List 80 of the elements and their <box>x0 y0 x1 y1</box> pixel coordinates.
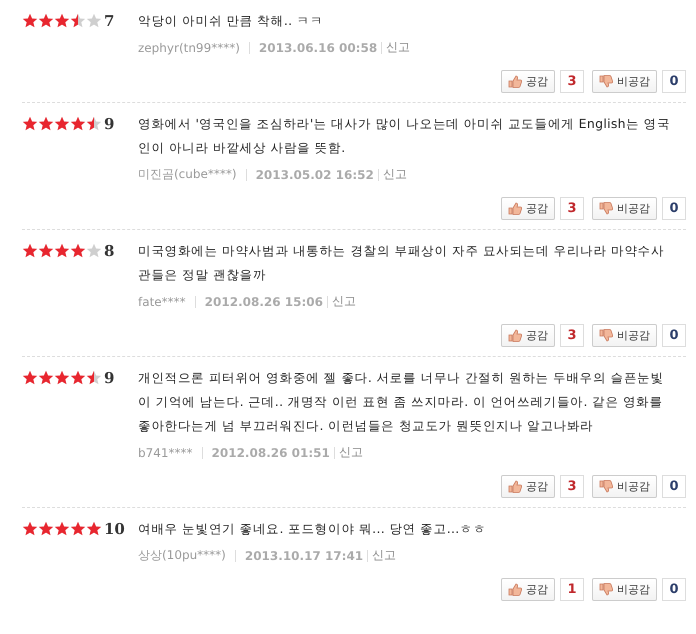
dislike-button[interactable]: 비공감 <box>592 475 657 498</box>
thumbs-down-icon <box>599 480 613 493</box>
report-link[interactable]: 신고 <box>372 547 396 564</box>
rating-score: 10 <box>103 519 126 540</box>
review-date: 2013.10.17 17:41 <box>244 548 364 562</box>
star-icon <box>38 243 54 258</box>
like-button[interactable]: 공감 <box>501 324 555 347</box>
dislike-count: 0 <box>662 475 686 498</box>
report-link[interactable]: 신고 <box>332 293 356 310</box>
author-name: b741**** <box>138 446 193 460</box>
report-link[interactable]: 신고 <box>386 39 410 56</box>
star-icon <box>86 370 102 385</box>
star-icon <box>54 116 70 131</box>
star-icon <box>22 370 38 385</box>
author-name: fate**** <box>138 294 186 308</box>
review-date: 2012.08.26 01:51 <box>212 446 330 460</box>
star-icon <box>70 13 86 28</box>
star-icon <box>54 521 70 536</box>
star-icon <box>22 13 38 28</box>
author-name: 미진곰(cube****) <box>138 166 237 183</box>
star-icon <box>38 370 54 385</box>
review-text: 여배우 눈빛연기 좋네요. 포드형이야 뭐... 당연 좋고...ㅎㅎ <box>138 520 488 538</box>
like-count: 1 <box>560 578 584 601</box>
like-button[interactable]: 공감 <box>501 197 555 220</box>
thumbs-up-icon <box>508 329 522 342</box>
star-icon <box>70 370 86 385</box>
like-button[interactable]: 공감 <box>501 475 555 498</box>
thumbs-down-icon <box>599 202 613 215</box>
review-text: 개인적으론 피터위어 영화중에 젤 좋다. 서로를 너무나 간절히 원하는 두배우의 슬픈눈빛이 기억에 남는다. 근데.. 개명작 이런 표현 좀 쓰지마라. 이 언어쓰레기들아. 같은 영화를 좋아한다는게 넘 부끄러워진다. 이런넘들은 청교도가 뭔뜻인지나 알고나봐라 <box>138 369 665 435</box>
report-link[interactable]: 신고 <box>338 444 363 461</box>
dislike-button[interactable]: 비공감 <box>592 197 657 220</box>
dislike-button[interactable]: 비공감 <box>592 324 657 347</box>
star-icon <box>22 521 38 536</box>
review-date: 2013.06.16 00:58 <box>258 40 378 54</box>
dislike-count: 0 <box>662 578 686 601</box>
rating-score: 7 <box>103 11 116 32</box>
thumbs-up-icon <box>508 480 522 493</box>
star-icon <box>22 243 38 258</box>
star-icon <box>54 370 70 385</box>
author-name: 상상(10pu****) <box>138 547 226 564</box>
star-icon <box>70 521 86 536</box>
star-icon <box>54 13 70 28</box>
like-count: 3 <box>560 475 584 498</box>
review-date: 2013.05.02 16:52 <box>256 168 374 182</box>
rating-score: 9 <box>103 368 116 389</box>
star-icon <box>86 521 102 536</box>
star-icon <box>38 13 54 28</box>
rating-score: 9 <box>103 114 116 135</box>
thumbs-up-icon <box>508 75 522 88</box>
dislike-count: 0 <box>662 197 686 220</box>
star-icon <box>70 243 86 258</box>
dislike-button[interactable]: 비공감 <box>592 578 657 601</box>
star-icon <box>86 116 102 131</box>
review-text: 악당이 아미쉬 만큼 착해.. ㅋㅋ <box>138 12 324 30</box>
thumbs-down-icon <box>599 329 613 342</box>
review-text: 영화에서 '영국인을 조심하라'는 대사가 많이 나오는데 아미쉬 교도들에게 English는 영국인이 아니라 바깥세상 사람을 뜻함. <box>138 115 672 157</box>
star-icon <box>54 243 70 258</box>
dislike-button[interactable]: 비공감 <box>592 70 657 93</box>
star-icon <box>22 116 38 131</box>
rating-score: 8 <box>103 241 116 262</box>
thumbs-down-icon <box>599 583 613 596</box>
like-button[interactable]: 공감 <box>501 578 555 601</box>
star-icon <box>38 521 54 536</box>
thumbs-down-icon <box>599 75 613 88</box>
dislike-count: 0 <box>662 324 686 347</box>
star-icon <box>86 243 102 258</box>
star-icon <box>86 13 102 28</box>
star-icon <box>38 116 54 131</box>
review-date: 2012.08.26 15:06 <box>204 294 323 308</box>
like-count: 3 <box>560 324 584 347</box>
star-icon <box>70 116 86 131</box>
thumbs-up-icon <box>508 583 522 596</box>
report-link[interactable]: 신고 <box>382 166 407 183</box>
author-name: zephyr(tn99****) <box>138 40 240 54</box>
review-text: 미국영화에는 마약사범과 내통하는 경찰의 부패상이 자주 묘사되는데 우리나라 마약수사관들은 정말 괜찮을까 <box>138 242 666 284</box>
dislike-count: 0 <box>662 70 686 93</box>
like-button[interactable]: 공감 <box>501 70 555 93</box>
like-count: 3 <box>560 197 584 220</box>
thumbs-up-icon <box>508 202 522 215</box>
like-count: 3 <box>560 70 584 93</box>
